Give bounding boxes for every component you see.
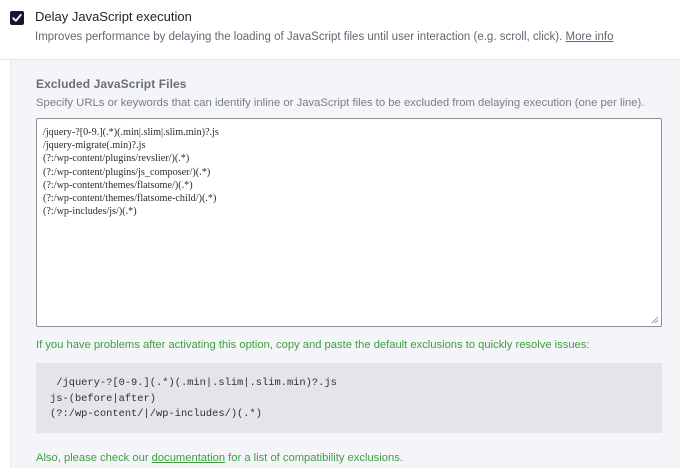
checkmark-icon — [12, 13, 22, 22]
delay-js-option: Delay JavaScript execution Improves perf… — [0, 0, 680, 60]
excluded-js-textarea-value: /jquery-?[0-9.](.*)(.min|.slim|.slim.min… — [43, 127, 219, 218]
footer-text: Also, please check our documentation for… — [36, 452, 403, 464]
excluded-js-description: Specify URLs or keywords that can identi… — [36, 97, 645, 109]
delay-js-title: Delay JavaScript execution — [35, 9, 192, 24]
delay-js-description: Improves performance by delaying the loa… — [35, 31, 613, 43]
helper-text: If you have problems after activating th… — [36, 339, 590, 351]
excluded-js-textarea[interactable]: /jquery-?[0-9.](.*)(.min|.slim|.slim.min… — [36, 118, 662, 327]
resize-grip-icon[interactable] — [651, 316, 659, 324]
delay-js-description-text: Improves performance by delaying the loa… — [35, 31, 563, 43]
delay-js-checkbox[interactable] — [10, 11, 24, 25]
footer-suffix: for a list of compatibility exclusions. — [225, 452, 403, 464]
default-exclusions-code: /jquery-?[0-9.](.*)(.min|.slim|.slim.min… — [36, 363, 662, 433]
excluded-js-section: Excluded JavaScript Files Specify URLs o… — [10, 60, 680, 468]
footer-prefix: Also, please check our — [36, 452, 152, 464]
excluded-js-title: Excluded JavaScript Files — [36, 77, 187, 91]
more-info-link[interactable]: More info — [566, 31, 614, 43]
documentation-link[interactable]: documentation — [152, 452, 225, 464]
